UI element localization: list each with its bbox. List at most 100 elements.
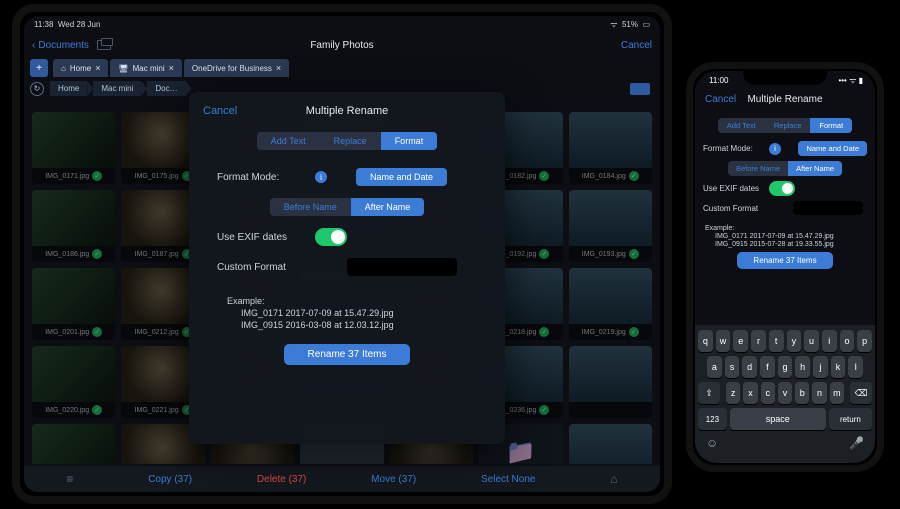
segment-replace[interactable]: Replace xyxy=(765,118,811,133)
thumbnail-item[interactable]: IMG_0220.jpg✓ xyxy=(32,346,115,418)
key-b[interactable]: b xyxy=(795,382,809,404)
move-button[interactable]: Move (37) xyxy=(371,474,416,485)
return-key[interactable]: return xyxy=(829,408,872,430)
key-d[interactable]: d xyxy=(742,356,757,378)
rename-items-button[interactable]: Rename 37 Items xyxy=(284,344,411,365)
key-r[interactable]: r xyxy=(751,330,766,352)
thumbnail-item[interactable]: IMG_0193.jpg✓ xyxy=(569,190,652,262)
thumbnail-image xyxy=(32,268,115,324)
key-t[interactable]: t xyxy=(769,330,784,352)
segment-add-text[interactable]: Add Text xyxy=(257,132,320,150)
page-title: Family Photos xyxy=(24,40,660,51)
key-i[interactable]: i xyxy=(822,330,837,352)
mic-icon[interactable]: 🎤 xyxy=(849,436,864,450)
key-u[interactable]: u xyxy=(804,330,819,352)
thumbnail-item[interactable]: IMG_0219.jpg✓ xyxy=(569,268,652,340)
close-icon[interactable]: × xyxy=(276,63,281,73)
after-name-button[interactable]: After Name xyxy=(788,161,842,176)
rename-items-button[interactable]: Rename 37 Items xyxy=(737,252,832,269)
keyboard-row-3: ⇧ zxcvbnm ⌫ xyxy=(698,382,872,404)
key-e[interactable]: e xyxy=(733,330,748,352)
tab-mac-mini[interactable]: 🖥 Mac mini × xyxy=(110,59,181,77)
format-mode-value[interactable]: Name and Date xyxy=(798,141,867,156)
tab-home[interactable]: ⌂ Home × xyxy=(53,59,108,77)
key-g[interactable]: g xyxy=(778,356,793,378)
use-exif-toggle[interactable] xyxy=(315,228,347,246)
key-k[interactable]: k xyxy=(831,356,846,378)
crumb-home[interactable]: Home xyxy=(50,81,87,96)
check-icon: ✓ xyxy=(539,171,549,181)
submit-row: Rename 37 Items xyxy=(695,252,875,269)
select-none-button[interactable]: Select None xyxy=(481,474,535,485)
thumbnail-item[interactable]: IMG_0186.jpg✓ xyxy=(32,190,115,262)
key-q[interactable]: q xyxy=(698,330,713,352)
key-x[interactable]: x xyxy=(743,382,757,404)
format-mode-value[interactable]: Name and Date xyxy=(356,168,447,186)
before-name-button[interactable]: Before Name xyxy=(728,161,788,176)
info-icon[interactable]: i xyxy=(769,143,781,155)
position-row: Before Name After Name xyxy=(217,198,477,216)
example-line-1: IMG_0171 2017-07-09 at 15.47.29.jpg xyxy=(715,233,865,240)
thumbnail-item[interactable] xyxy=(569,424,652,464)
key-c[interactable]: c xyxy=(761,382,775,404)
numbers-key[interactable]: 123 xyxy=(698,408,727,430)
home-icon[interactable]: ⌂ xyxy=(600,472,627,486)
close-icon[interactable]: × xyxy=(169,63,174,73)
key-a[interactable]: a xyxy=(707,356,722,378)
key-h[interactable]: h xyxy=(795,356,810,378)
thumbnail-filename: IMG_0187.jpg xyxy=(135,251,179,258)
info-icon[interactable]: i xyxy=(315,171,327,183)
modal-title: Multiple Rename xyxy=(203,105,491,117)
backspace-key[interactable]: ⌫ xyxy=(850,382,872,404)
keyboard-row-1: qwertyuiop xyxy=(698,330,872,352)
segment-replace[interactable]: Replace xyxy=(320,132,381,150)
key-z[interactable]: z xyxy=(726,382,740,404)
menu-icon[interactable]: ≡ xyxy=(56,472,83,486)
thumbnail-caption: IMG_0184.jpg✓ xyxy=(569,168,652,184)
key-n[interactable]: n xyxy=(812,382,826,404)
crumb-mac-mini[interactable]: Mac mini xyxy=(93,81,141,96)
key-s[interactable]: s xyxy=(725,356,740,378)
key-j[interactable]: j xyxy=(813,356,828,378)
key-y[interactable]: y xyxy=(787,330,802,352)
segment-format[interactable]: Format xyxy=(381,132,438,150)
use-exif-toggle[interactable] xyxy=(769,181,795,196)
key-v[interactable]: v xyxy=(778,382,792,404)
key-f[interactable]: f xyxy=(760,356,775,378)
key-p[interactable]: p xyxy=(857,330,872,352)
key-l[interactable]: l xyxy=(848,356,863,378)
crumb-doc[interactable]: Doc… xyxy=(147,81,185,96)
history-icon[interactable]: ↻ xyxy=(30,82,44,96)
view-mode-icon[interactable] xyxy=(630,83,650,95)
use-exif-row: Use EXIF dates xyxy=(217,228,477,246)
key-o[interactable]: o xyxy=(840,330,855,352)
delete-button[interactable]: Delete (37) xyxy=(257,474,306,485)
custom-format-input[interactable] xyxy=(347,258,457,276)
thumbnail-item[interactable]: IMG_0201.jpg✓ xyxy=(32,268,115,340)
tab-onedrive[interactable]: OneDrive for Business × xyxy=(184,59,289,77)
segment-format[interactable]: Format xyxy=(810,118,852,133)
shift-key[interactable]: ⇧ xyxy=(698,382,720,404)
thumbnail-caption: IMG_0186.jpg✓ xyxy=(32,246,115,262)
space-key[interactable]: space xyxy=(730,408,826,430)
thumbnail-item[interactable]: IMG_0171.jpg✓ xyxy=(32,112,115,184)
use-exif-label: Use EXIF dates xyxy=(217,232,307,243)
custom-format-input[interactable] xyxy=(793,201,863,215)
add-tab-button[interactable]: + xyxy=(30,59,48,77)
ipad-device: 11:38 Wed 28 Jun ᯤ 51% ▭ ‹ Documents Fam… xyxy=(12,4,672,504)
key-w[interactable]: w xyxy=(716,330,731,352)
emoji-icon[interactable]: ☺ xyxy=(706,436,718,450)
home-icon: ⌂ xyxy=(61,64,66,73)
check-icon: ✓ xyxy=(629,327,639,337)
check-icon: ✓ xyxy=(629,171,639,181)
after-name-button[interactable]: After Name xyxy=(351,198,425,216)
key-m[interactable]: m xyxy=(830,382,844,404)
before-name-button[interactable]: Before Name xyxy=(270,198,351,216)
example-label: Example: xyxy=(705,225,865,232)
thumbnail-item[interactable] xyxy=(569,346,652,418)
copy-button[interactable]: Copy (37) xyxy=(148,474,192,485)
thumbnail-item[interactable] xyxy=(32,424,115,464)
thumbnail-item[interactable]: IMG_0184.jpg✓ xyxy=(569,112,652,184)
segment-add-text[interactable]: Add Text xyxy=(718,118,765,133)
close-icon[interactable]: × xyxy=(95,63,100,73)
